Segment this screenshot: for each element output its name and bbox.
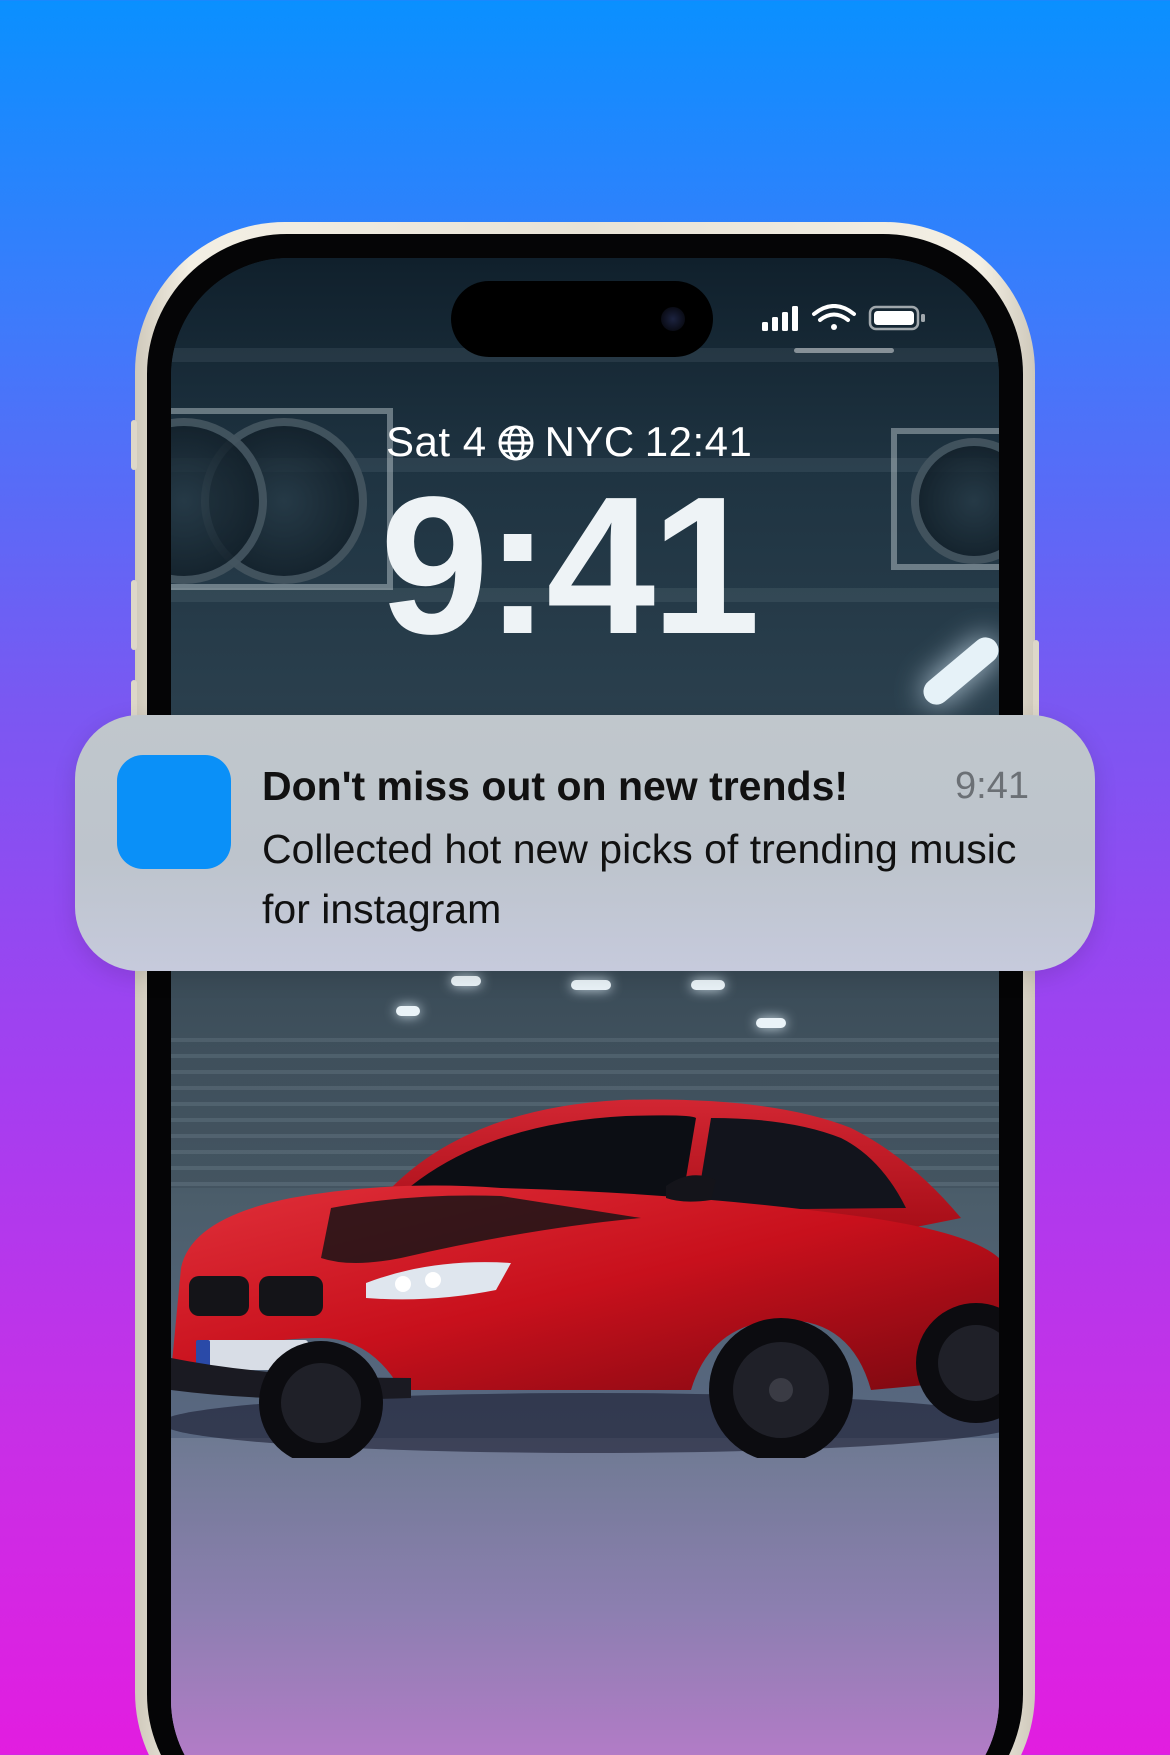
notification-body: Collected hot new picks of trending musi…: [262, 826, 1017, 932]
ceiling-light: [571, 980, 611, 990]
status-indicator-bar: [794, 348, 894, 353]
ceiling-light: [451, 976, 481, 986]
ceiling-light: [918, 632, 999, 710]
status-bar: [762, 304, 925, 331]
lock-screen-clock[interactable]: 9:41: [380, 468, 760, 664]
dynamic-island: [451, 281, 713, 357]
app-icon: [117, 755, 231, 869]
ceiling-light: [691, 980, 725, 990]
battery-icon: [868, 305, 925, 331]
notification-banner[interactable]: Don't miss out on new trends! 9:41 Colle…: [75, 715, 1095, 971]
cellular-signal-icon: [762, 306, 798, 331]
action-button: [131, 420, 137, 470]
wifi-icon: [812, 304, 856, 330]
notification-title: Don't miss out on new trends!: [262, 763, 849, 809]
red-car-image: [171, 1099, 999, 1458]
front-camera-icon: [661, 307, 685, 331]
volume-up-button: [131, 580, 137, 650]
ceiling-light: [396, 1006, 420, 1016]
garage-floor: [171, 1438, 999, 1755]
notification-time: 9:41: [955, 765, 1029, 807]
